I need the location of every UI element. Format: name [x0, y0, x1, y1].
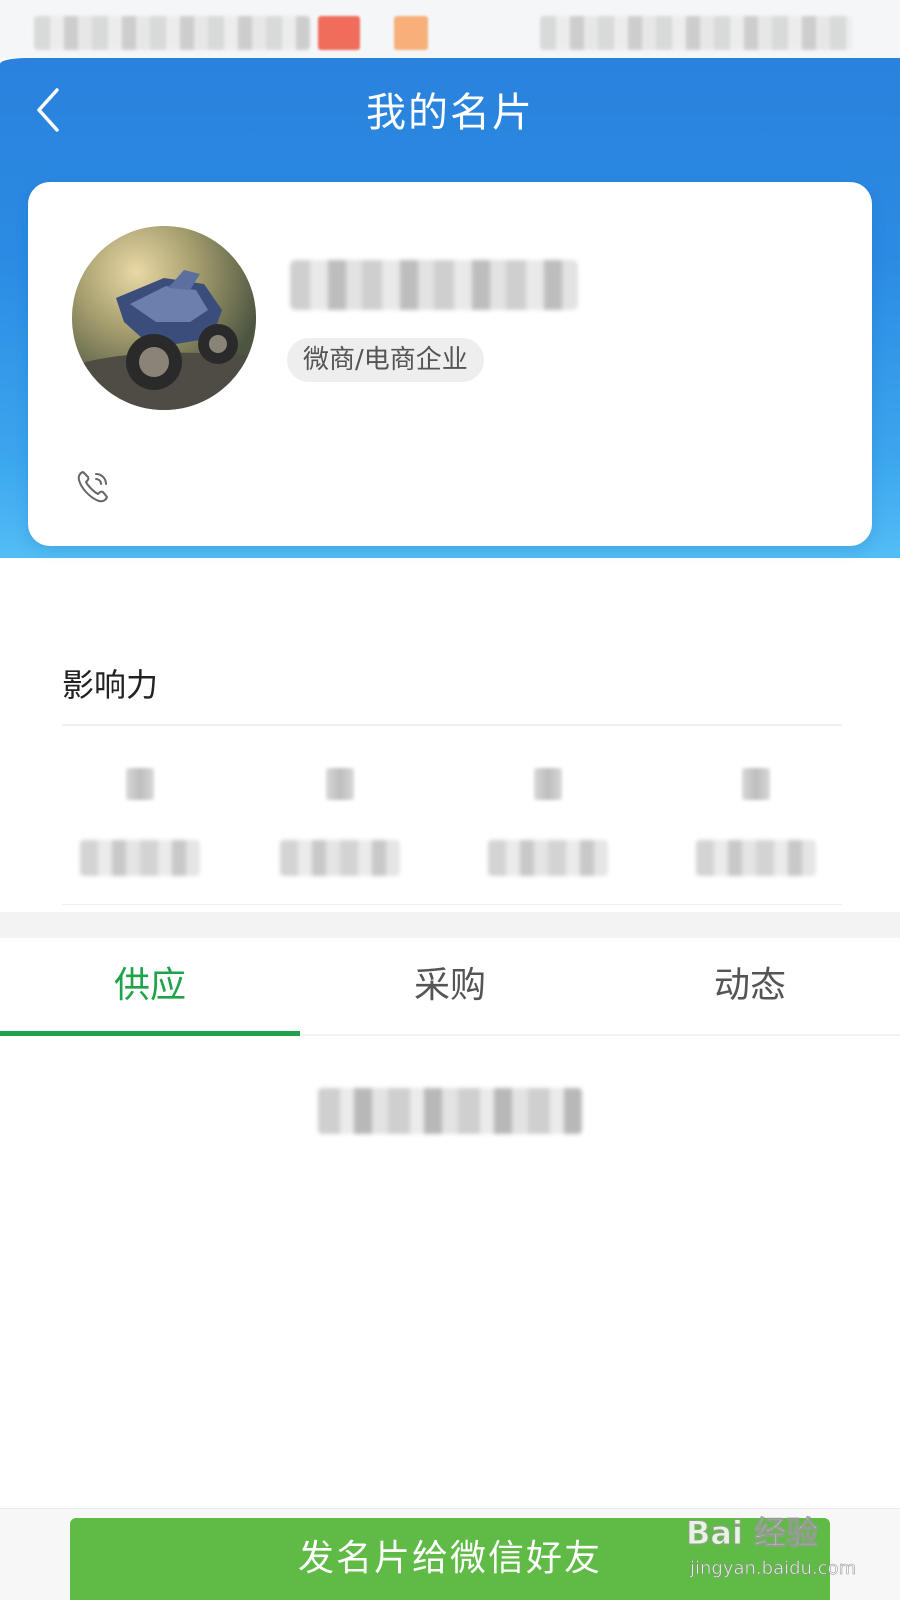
avatar[interactable]	[72, 226, 256, 410]
watermark-url: jingyan.baidu.com	[690, 1558, 857, 1580]
tab-content-blurred	[318, 1088, 582, 1134]
stat-value-blurred	[534, 768, 562, 800]
status-indicator-red	[318, 16, 360, 50]
tab-supply[interactable]: 供应	[0, 938, 300, 1036]
tab-bar: 供应 采购 动态	[0, 938, 900, 1036]
phone-call-icon[interactable]	[74, 466, 114, 506]
user-name-blurred	[290, 260, 578, 310]
status-bar-left-blur	[34, 16, 310, 50]
tab-activity[interactable]: 动态	[600, 938, 900, 1034]
tab-purchase[interactable]: 采购	[300, 938, 600, 1034]
page-title: 我的名片	[366, 90, 534, 136]
category-tag: 微商/电商企业	[287, 338, 484, 382]
influence-stat-4	[696, 768, 816, 888]
phone-call-icon-graphic	[77, 471, 108, 503]
stat-label-blurred	[488, 840, 608, 876]
motorcycle-photo	[72, 226, 256, 410]
stat-label-blurred	[280, 840, 400, 876]
watermark-brand: Bai 经验	[685, 1514, 819, 1553]
divider	[62, 724, 842, 726]
influence-stat-1	[80, 768, 200, 888]
status-bar	[0, 0, 900, 58]
stat-label-blurred	[80, 840, 200, 876]
stat-label-blurred	[696, 840, 816, 876]
baidu-jingyan-watermark: Bai 经验 jingyan.baidu.com	[685, 1498, 886, 1598]
influence-stat-2	[280, 768, 400, 888]
stat-value-blurred	[126, 768, 154, 800]
influence-section-title: 影响力	[62, 666, 159, 704]
profile-card: 微商/电商企业	[28, 182, 872, 546]
stat-value-blurred	[326, 768, 354, 800]
stat-value-blurred	[742, 768, 770, 800]
status-bar-right-blur	[540, 16, 852, 50]
divider	[62, 904, 842, 905]
section-gap	[0, 912, 900, 938]
business-card-page: 我的名片 微商/电商企业 影响力 供应 采购 动态 发名片给微信好友 Bai 经…	[0, 0, 900, 1600]
status-indicator-orange	[394, 16, 428, 50]
influence-stat-3	[488, 768, 608, 888]
